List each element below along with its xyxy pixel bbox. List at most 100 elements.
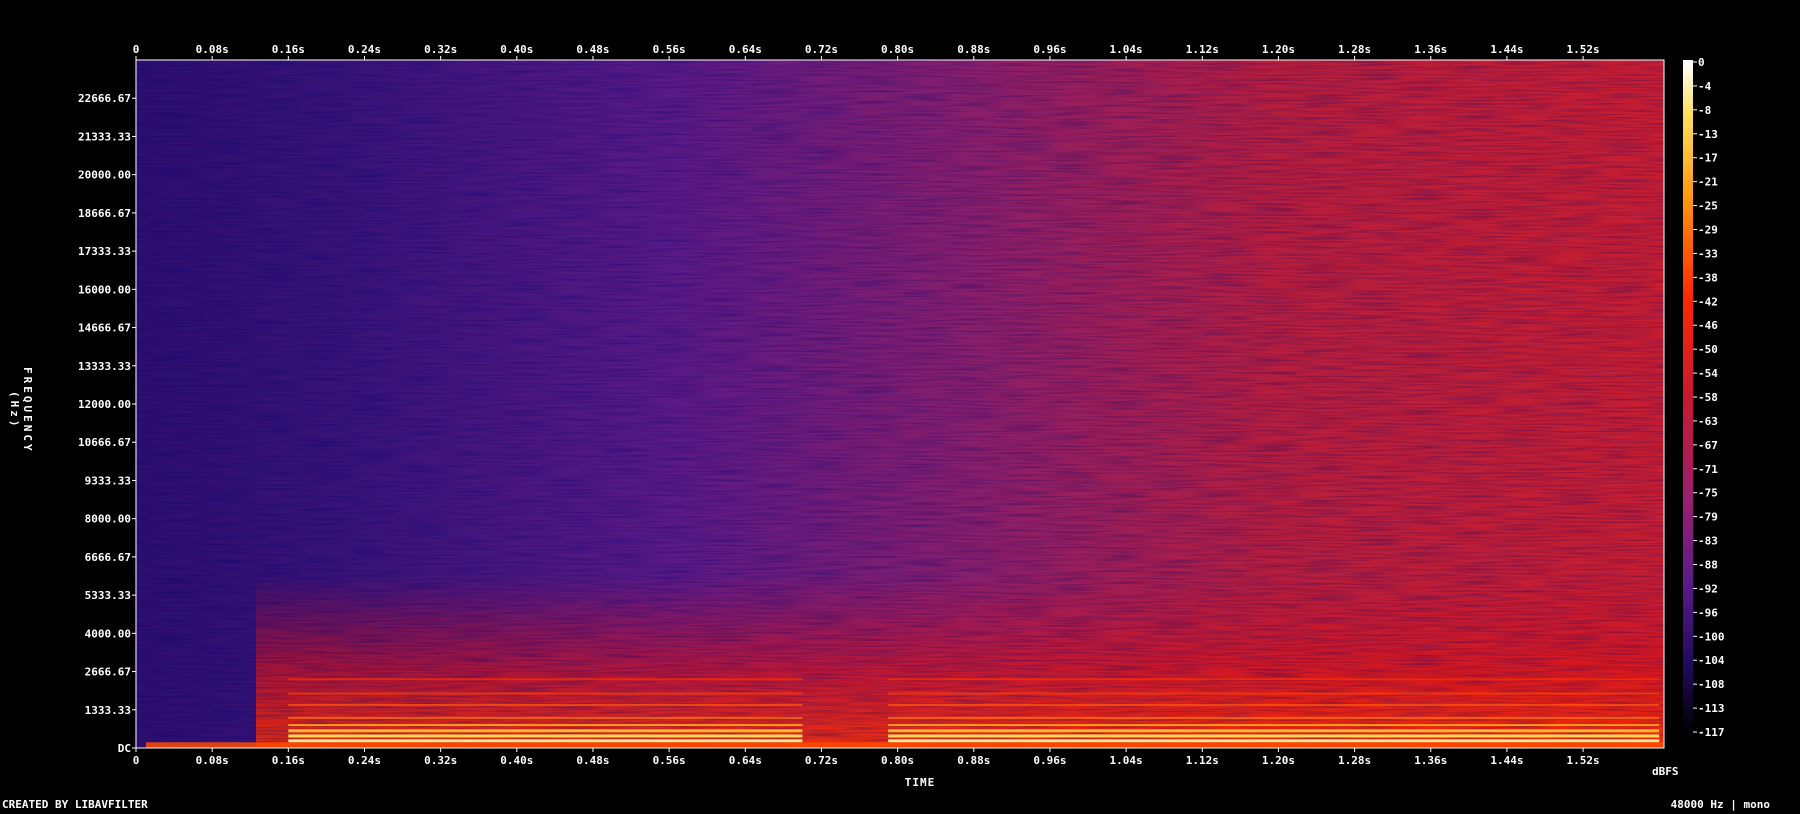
colorbar-tick-label: -83 bbox=[1698, 535, 1718, 548]
harmonic-band bbox=[288, 729, 803, 733]
colorbar-tick-label: -54 bbox=[1698, 367, 1718, 380]
colorbar-tick-label: -8 bbox=[1698, 104, 1711, 117]
harmonic-band bbox=[888, 724, 1660, 727]
y-tick-label: 17333.33 bbox=[78, 245, 131, 258]
harmonic-band bbox=[288, 724, 803, 727]
harmonic-band bbox=[288, 739, 803, 743]
y-tick-label: 9333.33 bbox=[85, 474, 131, 487]
x-tick-label-bottom: 1.44s bbox=[1490, 754, 1523, 767]
colorbar-tick-label: -71 bbox=[1698, 463, 1718, 476]
x-tick-label-top: 1.12s bbox=[1186, 43, 1219, 56]
harmonic-band bbox=[288, 704, 803, 706]
colorbar-tick-label: -96 bbox=[1698, 606, 1718, 619]
x-tick-label-bottom: 0.16s bbox=[272, 754, 305, 767]
colorbar-tick-label: -33 bbox=[1698, 247, 1718, 260]
y-tick-label: 20000.00 bbox=[78, 169, 131, 182]
x-tick-label-bottom: 0.96s bbox=[1033, 754, 1066, 767]
harmonic-band bbox=[288, 692, 803, 695]
colorbar-tick-label: -113 bbox=[1698, 702, 1725, 715]
x-tick-label-top: 0.40s bbox=[500, 43, 533, 56]
colorbar-tick-label: -79 bbox=[1698, 511, 1718, 524]
colorbar-tick-label: -21 bbox=[1698, 176, 1718, 189]
x-tick-label-bottom: 1.28s bbox=[1338, 754, 1371, 767]
y-axis-label: FREQUENCY (Hz) bbox=[8, 366, 34, 454]
harmonic-band bbox=[888, 729, 1660, 733]
colorbar-tick-label: -13 bbox=[1698, 128, 1718, 141]
colorbar-tick-label: -46 bbox=[1698, 319, 1718, 332]
y-tick-label: 12000.00 bbox=[78, 398, 131, 411]
harmonic-band bbox=[288, 716, 803, 719]
colorbar-tick-label: -4 bbox=[1698, 80, 1712, 93]
colorbar-tick-label: -92 bbox=[1698, 582, 1718, 595]
colorbar-tick-label: -108 bbox=[1698, 678, 1725, 691]
x-tick-label-top: 0.16s bbox=[272, 43, 305, 56]
x-axis-label: TIME bbox=[904, 776, 936, 789]
y-tick-label: 21333.33 bbox=[78, 130, 131, 143]
x-tick-label-top: 1.52s bbox=[1567, 43, 1600, 56]
harmonic-band bbox=[888, 734, 1660, 738]
x-tick-label-bottom: 0.24s bbox=[348, 754, 381, 767]
x-tick-label-bottom: 1.20s bbox=[1262, 754, 1295, 767]
harmonic-band bbox=[888, 692, 1660, 695]
y-tick-label: 14666.67 bbox=[78, 322, 131, 335]
colorbar-tick-label: -100 bbox=[1698, 630, 1725, 643]
colorbar-tick-label: -50 bbox=[1698, 343, 1718, 356]
colorbar-tick-label: -38 bbox=[1698, 271, 1718, 284]
colorbar-tick-label: -25 bbox=[1698, 200, 1718, 213]
y-tick-label: 2666.67 bbox=[85, 666, 131, 679]
x-tick-label-bottom: 0.64s bbox=[729, 754, 762, 767]
harmonic-band bbox=[888, 678, 1660, 681]
colorbar-tick-label: -17 bbox=[1698, 152, 1718, 165]
x-tick-label-top: 1.28s bbox=[1338, 43, 1371, 56]
x-tick-label-bottom: 0 bbox=[133, 754, 140, 767]
colorbar-gradient bbox=[1683, 60, 1693, 734]
spectrogram-figure: 0 0 0.08s 0.08s 0.16s 0.16s 0.24s 0.24s 0.32s 0.3… bbox=[0, 0, 1800, 811]
colorbar-tick-label: -117 bbox=[1698, 726, 1725, 739]
x-tick-label-top: 0 bbox=[133, 43, 140, 56]
harmonic-band bbox=[888, 716, 1660, 719]
colorbar-tick-label: -42 bbox=[1698, 295, 1718, 308]
y-tick-label: 22666.67 bbox=[78, 92, 131, 105]
spectrogram-chart: 0 0 0.08s 0.08s 0.16s 0.16s 0.24s 0.24s 0.32s 0.3… bbox=[78, 43, 1725, 767]
x-tick-label-top: 0.88s bbox=[957, 43, 990, 56]
colorbar-unit-label: dBFS bbox=[1652, 765, 1679, 778]
x-tick-label-top: 1.04s bbox=[1110, 43, 1143, 56]
y-tick-label: 18666.67 bbox=[78, 207, 131, 220]
harmonic-band bbox=[288, 678, 803, 681]
colorbar-tick-label: 0 bbox=[1698, 56, 1705, 69]
sample-rate-text: 48000 Hz | mono bbox=[1670, 798, 1770, 811]
y-tick-label: 4000.00 bbox=[85, 627, 131, 640]
y-tick-label: DC bbox=[118, 742, 131, 755]
y-tick-label: 6666.67 bbox=[85, 551, 131, 564]
harmonic-band bbox=[288, 734, 803, 738]
x-tick-label-top: 0.80s bbox=[881, 43, 914, 56]
y-tick-label: 16000.00 bbox=[78, 283, 131, 296]
colorbar-tick-label: -63 bbox=[1698, 415, 1718, 428]
harmonic-band bbox=[888, 739, 1660, 743]
x-tick-label-top: 0.48s bbox=[576, 43, 609, 56]
x-tick-label-bottom: 0.88s bbox=[957, 754, 990, 767]
colorbar: 0 -4 -8 -13 -17 -21 -25 -29 -33 -38 -42 -46 -50 -54 -5… bbox=[1683, 56, 1725, 739]
x-tick-label-bottom: 0.48s bbox=[576, 754, 609, 767]
y-tick-label: 10666.67 bbox=[78, 436, 131, 449]
x-tick-label-top: 0.24s bbox=[348, 43, 381, 56]
x-tick-label-bottom: 0.40s bbox=[500, 754, 533, 767]
y-tick-label: 13333.33 bbox=[78, 360, 131, 373]
x-tick-label-bottom: 1.12s bbox=[1186, 754, 1219, 767]
colorbar-tick-label: -58 bbox=[1698, 391, 1718, 404]
x-tick-label-top: 1.20s bbox=[1262, 43, 1295, 56]
colorbar-tick-label: -88 bbox=[1698, 559, 1718, 572]
colorbar-tick-label: -67 bbox=[1698, 439, 1718, 452]
x-tick-label-bottom: 0.56s bbox=[653, 754, 686, 767]
colorbar-tick-label: -75 bbox=[1698, 487, 1718, 500]
credit-text: CREATED BY LIBAVFILTER bbox=[2, 798, 148, 811]
noise-texture bbox=[136, 60, 1664, 748]
y-tick-label: 1333.33 bbox=[85, 704, 131, 717]
x-tick-label-bottom: 1.52s bbox=[1567, 754, 1600, 767]
plot-area bbox=[136, 60, 1664, 748]
x-tick-label-bottom: 0.80s bbox=[881, 754, 914, 767]
x-tick-label-top: 0.32s bbox=[424, 43, 457, 56]
x-tick-label-bottom: 1.36s bbox=[1414, 754, 1447, 767]
x-tick-label-bottom: 1.04s bbox=[1110, 754, 1143, 767]
y-tick-label: 5333.33 bbox=[85, 589, 131, 602]
